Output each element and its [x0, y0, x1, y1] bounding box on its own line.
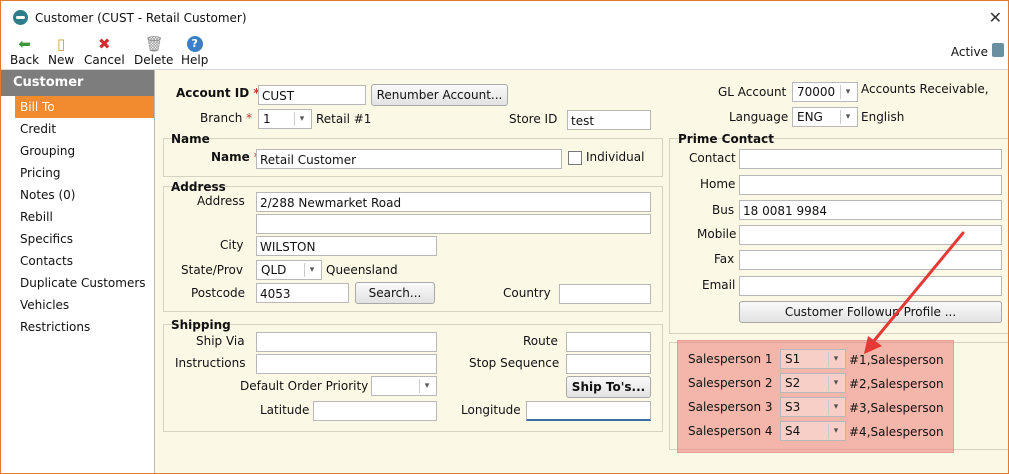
cancel-label: Cancel — [84, 53, 125, 67]
sidebar-item-specifics[interactable]: Specifics — [1, 228, 154, 250]
sidebar-header: Customer — [1, 70, 154, 96]
sidebar-nav: Customer Bill To Credit Grouping Pricing… — [1, 70, 155, 473]
window-title: Customer (CUST - Retail Customer) — [35, 11, 247, 25]
close-icon[interactable]: ✕ — [989, 8, 1002, 27]
sidebar-item-duplicate-customers[interactable]: Duplicate Customers — [1, 272, 154, 294]
sidebar-item-credit[interactable]: Credit — [1, 118, 154, 140]
back-arrow-icon: ⬅ — [18, 35, 31, 53]
new-document-icon: ▯ — [56, 35, 66, 53]
sidebar-item-bill-to[interactable]: Bill To — [15, 96, 154, 118]
sidebar-item-rebill[interactable]: Rebill — [1, 206, 154, 228]
sidebar-item-contacts[interactable]: Contacts — [1, 250, 154, 272]
delete-label: Delete — [134, 53, 174, 67]
delete-button[interactable]: 🗑 Delete — [134, 36, 173, 67]
status-label: Active — [950, 45, 988, 59]
customer-window: Customer (CUST - Retail Customer) ✕ ⬅ Ba… — [0, 0, 1009, 474]
sidebar-item-grouping[interactable]: Grouping — [1, 140, 154, 162]
toolbar: ⬅ Back ▯ New ✖ Cancel 🗑 Delete ? Help Ac… — [1, 33, 1008, 70]
new-button[interactable]: ▯ New — [48, 36, 74, 67]
sidebar-item-pricing[interactable]: Pricing — [1, 162, 154, 184]
new-label: New — [48, 53, 75, 67]
help-label: Help — [181, 53, 209, 67]
sidebar-item-vehicles[interactable]: Vehicles — [1, 294, 154, 316]
cancel-x-icon: ✖ — [98, 35, 111, 53]
cancel-button[interactable]: ✖ Cancel — [84, 36, 125, 67]
trash-icon: 🗑 — [144, 35, 164, 53]
title-bar: Customer (CUST - Retail Customer) ✕ — [1, 1, 1008, 33]
sidebar-item-restrictions[interactable]: Restrictions — [1, 316, 154, 338]
help-question-icon: ? — [186, 36, 203, 52]
sidebar-item-notes[interactable]: Notes (0) — [1, 184, 154, 206]
back-button[interactable]: ⬅ Back — [10, 36, 39, 67]
back-label: Back — [10, 53, 40, 67]
bill-to-form: Account ID * CUST Renumber Account... Br… — [155, 70, 1008, 473]
status-database-icon — [992, 43, 1004, 57]
app-icon — [13, 10, 28, 25]
annotation-arrow-icon — [864, 231, 965, 354]
help-button[interactable]: ? Help — [181, 36, 208, 67]
